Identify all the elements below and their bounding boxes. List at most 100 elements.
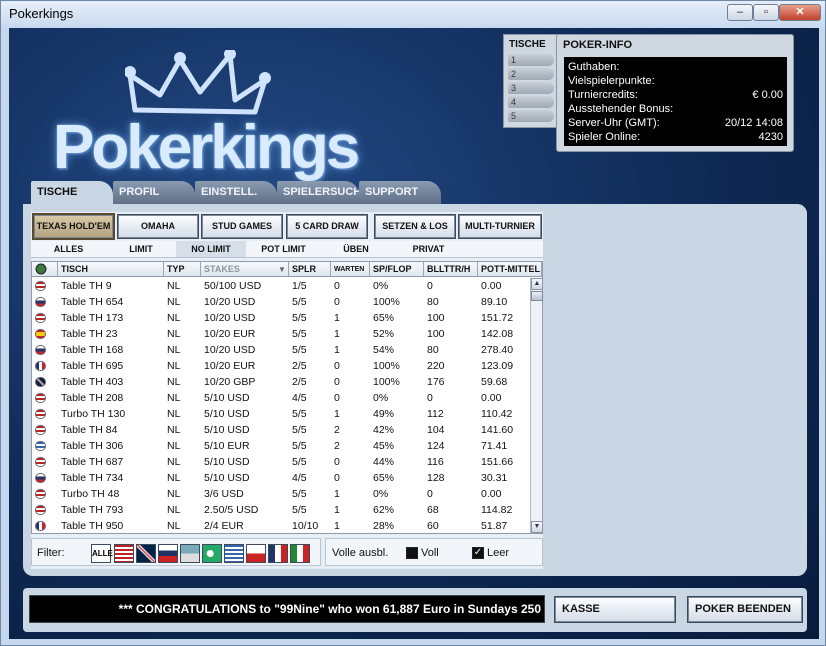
leer-checkbox[interactable]: ✓	[472, 547, 484, 559]
table-slot-4[interactable]: 4	[508, 96, 554, 108]
close-button[interactable]: ✕	[779, 4, 821, 21]
flag-pl-icon[interactable]	[246, 544, 266, 563]
minimize-button[interactable]: –	[727, 4, 753, 21]
cell-spflop: 65%	[373, 472, 395, 484]
table-row[interactable]: Table TH 168 NL 10/20 USD 5/5 1 54% 80 278.40	[32, 342, 529, 358]
table-row[interactable]: Table TH 23 NL 10/20 EUR 5/5 1 52% 100 142.08	[32, 326, 529, 342]
cell-warten: 0	[334, 456, 340, 468]
table-slot-2[interactable]: 2	[508, 68, 554, 80]
flag-fr-icon	[35, 521, 46, 531]
table-row[interactable]: Turbo TH 48 NL 3/6 USD 5/5 1 0% 0 0.00	[32, 486, 529, 502]
filter-alles[interactable]: ALLES	[31, 241, 106, 257]
game-button-sng[interactable]: SETZEN & LOS	[374, 214, 456, 239]
info-value: 4230	[758, 131, 783, 143]
cell-stakes: 10/20 USD	[204, 312, 256, 324]
col-bh[interactable]: BLLTTR/H	[424, 262, 478, 277]
table-slot-5[interactable]: 5	[508, 110, 554, 122]
table-row[interactable]: Table TH 403 NL 10/20 GBP 2/5 0 100% 176 59.68	[32, 374, 529, 390]
flag-us-icon	[35, 281, 46, 291]
table-row[interactable]: Table TH 734 NL 5/10 USD 4/5 0 65% 128 30.31	[32, 470, 529, 486]
flag-gr-icon[interactable]	[224, 544, 244, 563]
cell-splr: 1/5	[292, 280, 307, 292]
cell-bh: 80	[427, 296, 439, 308]
filter-all-button[interactable]: ALLE	[91, 544, 113, 563]
flag-ru-icon[interactable]	[158, 544, 178, 563]
flag-it-icon[interactable]	[290, 544, 310, 563]
col-spflop[interactable]: SP/FLOP	[370, 262, 424, 277]
flag-us-icon	[35, 425, 46, 435]
globe-icon[interactable]	[32, 262, 58, 277]
table-row[interactable]: Table TH 208 NL 5/10 USD 4/5 0 0% 0 0.00	[32, 390, 529, 406]
game-button-5card[interactable]: 5 CARD DRAW	[286, 214, 368, 239]
col-splr[interactable]: SPLR	[289, 262, 331, 277]
filter-ueben[interactable]: ÜBEN	[321, 241, 391, 257]
col-pott[interactable]: POTT-MITTEL	[478, 262, 542, 277]
cell-pott: 123.09	[481, 360, 514, 372]
kasse-button[interactable]: KASSE	[554, 596, 676, 623]
info-label: Guthaben:	[568, 61, 620, 73]
scroll-up-icon[interactable]: ▲	[531, 278, 543, 290]
flag-us-icon[interactable]	[114, 544, 134, 563]
cell-pott: 71.41	[481, 440, 508, 452]
scrollbar[interactable]: ▲ ▼	[530, 278, 543, 533]
game-button-holdem[interactable]: TEXAS HOLD'EM	[32, 213, 115, 240]
scroll-down-icon[interactable]: ▼	[531, 521, 543, 533]
tab-spielersuche[interactable]: SPIELERSUCHE	[277, 181, 369, 205]
table-row[interactable]: Table TH 9 NL 50/100 USD 1/5 0 0% 0 0.00	[32, 278, 529, 294]
voll-checkbox[interactable]	[406, 547, 418, 559]
poker-info-panel: POKER-INFO Guthaben: Vielspielerpunkte: …	[556, 34, 794, 152]
table-row[interactable]: Table TH 687 NL 5/10 USD 5/5 0 44% 116 151.66	[32, 454, 529, 470]
flag-ee-icon[interactable]	[180, 544, 200, 563]
scroll-thumb[interactable]	[531, 291, 543, 301]
table-row[interactable]: Table TH 173 NL 10/20 USD 5/5 1 65% 100 151.72	[32, 310, 529, 326]
cell-typ: NL	[167, 280, 181, 292]
cell-pott: 0.00	[481, 488, 502, 500]
cell-pott: 151.72	[481, 312, 514, 324]
tab-profil[interactable]: PROFIL	[113, 181, 195, 205]
cell-spflop: 62%	[373, 504, 395, 516]
table-row[interactable]: Table TH 654 NL 10/20 USD 5/5 0 100% 80 89.10	[32, 294, 529, 310]
maximize-button[interactable]: ▫	[753, 4, 779, 21]
table-row[interactable]: Turbo TH 130 NL 5/10 USD 5/5 1 49% 112 110.42	[32, 406, 529, 422]
cell-warten: 1	[334, 312, 340, 324]
cell-typ: NL	[167, 488, 181, 500]
table-row[interactable]: Table TH 306 NL 5/10 EUR 5/5 2 45% 124 71.41	[32, 438, 529, 454]
flag-fr-icon[interactable]	[268, 544, 288, 563]
table-row[interactable]: Table TH 793 NL 2.50/5 USD 5/5 1 62% 68 114.82	[32, 502, 529, 518]
cell-warten: 1	[334, 344, 340, 356]
cell-warten: 1	[334, 520, 340, 532]
tab-einstellungen[interactable]: EINSTELL.	[195, 181, 277, 205]
cell-stakes: 10/20 USD	[204, 344, 256, 356]
tab-support[interactable]: SUPPORT	[359, 181, 441, 205]
flag-tr-icon[interactable]	[202, 544, 222, 563]
col-tisch[interactable]: TISCH	[58, 262, 164, 277]
poker-beenden-button[interactable]: POKER BEENDEN	[687, 596, 803, 623]
filter-no-limit[interactable]: NO LIMIT	[176, 241, 246, 257]
cell-pott: 89.10	[481, 296, 508, 308]
table-slot-1[interactable]: 1	[508, 54, 554, 66]
flag-us-icon	[35, 457, 46, 467]
table-row[interactable]: Table TH 695 NL 10/20 EUR 2/5 0 100% 220 123.09	[32, 358, 529, 374]
game-button-stud[interactable]: STUD GAMES	[201, 214, 283, 239]
cell-stakes: 5/10 USD	[204, 472, 250, 484]
filter-pot-limit[interactable]: POT LIMIT	[246, 241, 321, 257]
cell-bh: 176	[427, 376, 445, 388]
cell-splr: 5/5	[292, 408, 307, 420]
table-slot-3[interactable]: 3	[508, 82, 554, 94]
flag-gb-icon[interactable]	[136, 544, 156, 563]
filter-privat[interactable]: PRIVAT	[391, 241, 466, 257]
table-row[interactable]: Table TH 950 NL 2/4 EUR 10/10 1 28% 60 51.87	[32, 518, 529, 534]
col-warten[interactable]: WARTEN	[331, 262, 370, 277]
info-row: Ausstehender Bonus:	[568, 102, 783, 116]
game-button-omaha[interactable]: OMAHA	[117, 214, 199, 239]
table-row[interactable]: Table TH 84 NL 5/10 USD 5/5 2 42% 104 141.60	[32, 422, 529, 438]
filter-limit[interactable]: LIMIT	[106, 241, 176, 257]
tab-tische[interactable]: TISCHE	[31, 181, 113, 206]
cell-tisch: Table TH 9	[61, 280, 112, 292]
game-button-mtt[interactable]: MULTI-TURNIER	[458, 214, 542, 239]
info-row: Server-Uhr (GMT): 20/12 14:08	[568, 116, 783, 130]
col-typ[interactable]: TYP	[164, 262, 201, 277]
cell-spflop: 44%	[373, 456, 395, 468]
col-stakes[interactable]: STAKES	[201, 262, 289, 277]
side-tab-tische[interactable]: TISCHE 1 2 3 4 5	[503, 34, 559, 128]
